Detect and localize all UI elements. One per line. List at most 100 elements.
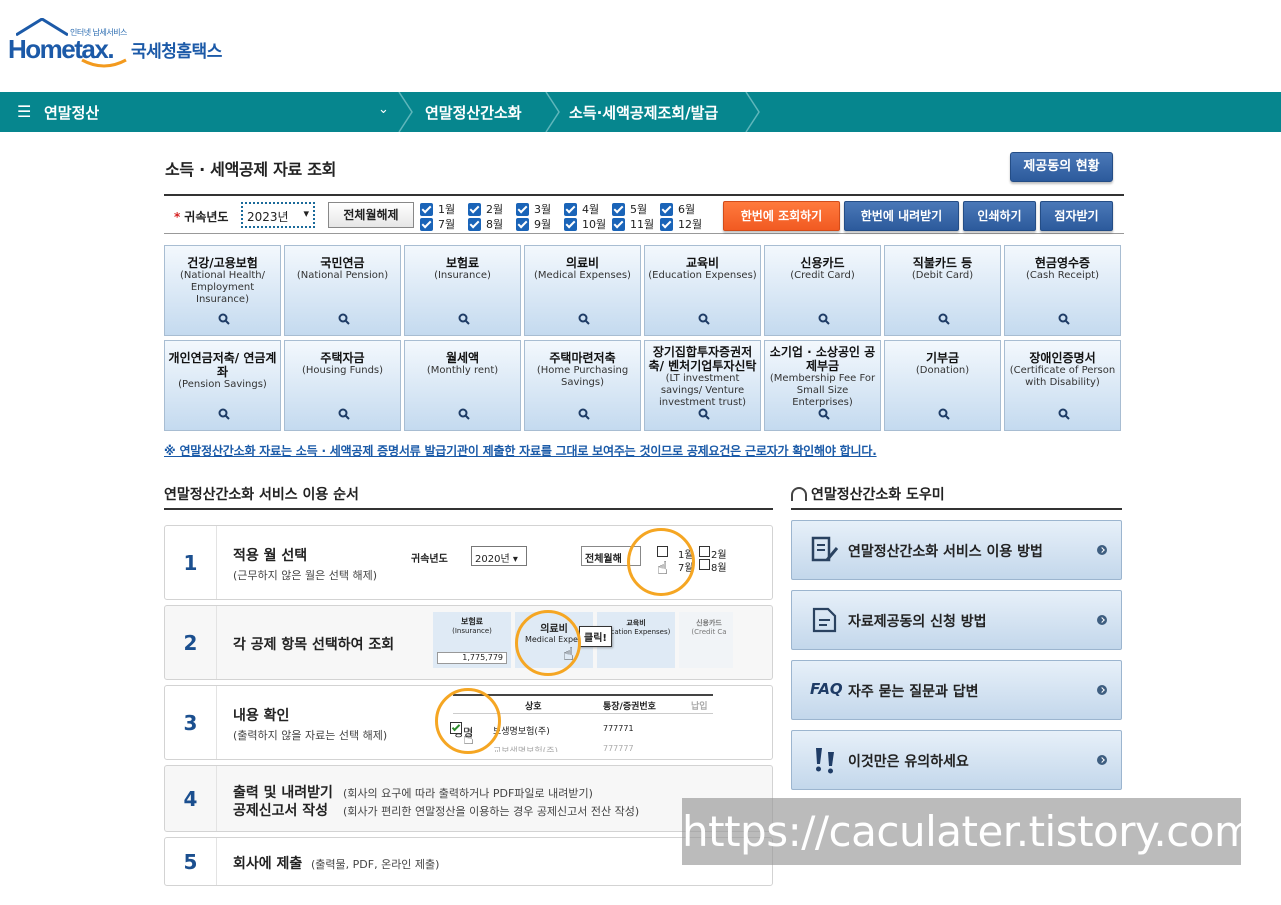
step-title: 적용 월 선택	[233, 548, 308, 564]
search-icon	[218, 408, 230, 420]
search-icon	[458, 408, 470, 420]
chevron-right-icon	[1097, 545, 1107, 555]
step-number: 4	[165, 766, 217, 831]
breadcrumb-separator-icon	[745, 92, 760, 132]
header: 인터넷 납세서비스 Hometax. 국세청홈택스	[0, 0, 1281, 92]
chevron-down-icon[interactable]: ⌄	[378, 102, 389, 117]
step-number: 2	[165, 606, 217, 679]
checkbox-month-4[interactable]	[564, 203, 577, 216]
highlight-ring	[515, 610, 581, 676]
hand-cursor-icon: ☝	[657, 558, 668, 579]
chevron-right-icon	[1097, 755, 1107, 765]
chevron-right-icon	[1097, 615, 1107, 625]
tile-insurance[interactable]: 보험료 (Insurance)	[404, 245, 521, 336]
tile-small-enterprise-fee[interactable]: 소기업 · 소상공인 공제부금 (Membership Fee For Small…	[764, 340, 881, 431]
checkbox-month-12[interactable]	[660, 218, 673, 231]
download-all-button[interactable]: 한번에 내려받기	[844, 201, 959, 231]
nav-menu-yearend[interactable]: 연말정산	[44, 102, 99, 123]
tile-credit-card[interactable]: 신용카드 (Credit Card)	[764, 245, 881, 336]
checkbox-icon	[699, 546, 710, 557]
help-usage-guide[interactable]: 연말정산간소화 서비스 이용 방법	[791, 520, 1122, 580]
steps-section-title: 연말정산간소화 서비스 이용 순서	[164, 484, 773, 510]
help-consent-guide[interactable]: 자료제공동의 신청 방법	[791, 590, 1122, 650]
tile-medical-expenses[interactable]: 의료비 (Medical Expenses)	[524, 245, 641, 336]
clear-all-months-button[interactable]: 전체월해제	[328, 202, 414, 228]
consent-status-button[interactable]: 제공동의 현황	[1010, 152, 1113, 182]
search-icon	[218, 313, 230, 325]
tile-pension-savings[interactable]: 개인연금저축/ 연금계좌 (Pension Savings)	[164, 340, 281, 431]
braille-button[interactable]: 점자받기	[1040, 201, 1113, 231]
illus-cell: 777771	[603, 724, 634, 733]
click-tooltip: 클릭!	[579, 626, 612, 647]
watermark: https://caculater.tistory.com	[682, 798, 1255, 865]
search-icon	[938, 408, 950, 420]
illus-cell: 777777	[603, 744, 634, 752]
query-all-button[interactable]: 한번에 조회하기	[723, 201, 840, 231]
illus-year-label: 귀속년도	[411, 554, 448, 565]
checkbox-month-1[interactable]	[420, 203, 433, 216]
checkbox-month-2[interactable]	[468, 203, 481, 216]
search-icon	[578, 408, 590, 420]
tile-education-expenses[interactable]: 교육비 (Education Expenses)	[644, 245, 761, 336]
step-description: (회사의 요구에 따라 출력하거나 PDF파일로 내려받기)	[343, 787, 593, 800]
logo-korean-name: 국세청홈택스	[131, 42, 222, 62]
help-caution[interactable]: 이것만은 유의하세요	[791, 730, 1122, 790]
tile-home-purchasing-savings[interactable]: 주택마련저축 (Home Purchasing Savings)	[524, 340, 641, 431]
search-icon	[338, 313, 350, 325]
step-title: 공제신고서 작성	[233, 803, 329, 819]
tile-cash-receipt[interactable]: 현금영수증 (Cash Receipt)	[1004, 245, 1121, 336]
tile-debit-card[interactable]: 직불카드 등 (Debit Card)	[884, 245, 1001, 336]
month-checkbox-group: 3월 9월	[516, 203, 564, 233]
month-checkbox-group: 5월 11월	[612, 203, 660, 233]
hamburger-menu-icon[interactable]: ☰	[17, 102, 31, 121]
step-number: 1	[165, 526, 217, 599]
search-icon	[1058, 408, 1070, 420]
help-faq[interactable]: FAQ 자주 묻는 질문과 답변	[791, 660, 1122, 720]
checkbox-month-11[interactable]	[612, 218, 625, 231]
document-icon	[812, 607, 837, 633]
chevron-right-icon	[1097, 685, 1107, 695]
checkbox-month-7[interactable]	[420, 218, 433, 231]
month-checkbox-group: 4월 10월	[564, 203, 612, 233]
headset-icon	[791, 487, 807, 501]
checkbox-month-9[interactable]	[516, 218, 529, 231]
year-select[interactable]: 2023년 ▾	[241, 202, 315, 228]
print-button[interactable]: 인쇄하기	[963, 201, 1036, 231]
breadcrumb-separator-icon	[545, 92, 560, 132]
step-title: 회사에 제출	[233, 856, 303, 872]
step-description: (출력물, PDF, 온라인 제출)	[311, 858, 440, 871]
step-description: (근무하지 않은 월은 선택 해제)	[233, 569, 378, 582]
checkbox-month-8[interactable]	[468, 218, 481, 231]
checkbox-month-5[interactable]	[612, 203, 625, 216]
search-icon	[938, 313, 950, 325]
hand-cursor-icon: ☝	[563, 644, 574, 665]
month-checkbox-group: 1월 7월	[420, 203, 468, 233]
search-icon	[578, 313, 590, 325]
tile-lt-investment-savings[interactable]: 장기집합투자증권저축/ 벤처기업투자신탁 (LT investment savin…	[644, 340, 761, 431]
month-checkbox-group: 6월 12월	[660, 203, 708, 233]
step-title: 출력 및 내려받기	[233, 785, 333, 801]
tile-health-insurance[interactable]: 건강/고용보험 (National Health/ Employment Insu…	[164, 245, 281, 336]
step-2-illustration: 보험료 (Insurance) 1,775,779 의료비 Medical Expen…	[433, 612, 733, 674]
tile-housing-funds[interactable]: 주택자금 (Housing Funds)	[284, 340, 401, 431]
checkbox-month-3[interactable]	[516, 203, 529, 216]
breadcrumb-simplified[interactable]: 연말정산간소화	[425, 102, 522, 123]
tile-monthly-rent[interactable]: 월세액 (Monthly rent)	[404, 340, 521, 431]
step-2: 2 각 공제 항목 선택하여 조회 보험료 (Insurance) 1,775,77…	[164, 605, 773, 680]
tile-disability-certificate[interactable]: 장애인증명서 (Certificate of Person with Disabi…	[1004, 340, 1121, 431]
tile-donation[interactable]: 기부금 (Donation)	[884, 340, 1001, 431]
breadcrumb-deduction-query[interactable]: 소득·세액공제조회/발급	[569, 102, 718, 123]
search-icon	[338, 408, 350, 420]
step-title: 각 공제 항목 선택하여 조회	[233, 637, 395, 653]
checkbox-month-6[interactable]	[660, 203, 673, 216]
search-icon	[818, 313, 830, 325]
notice-link[interactable]: ※ 연말정산간소화 자료는 소득 · 세액공제 증명서류 발급기관이 제출한 자…	[164, 442, 877, 459]
logo-swoosh-icon	[81, 58, 127, 68]
step-title: 내용 확인	[233, 708, 290, 724]
page-title: 소득 · 세액공제 자료 조회	[165, 160, 337, 179]
checkbox-month-10[interactable]	[564, 218, 577, 231]
exclamation-icon	[816, 748, 834, 774]
hometax-logo[interactable]: 인터넷 납세서비스 Hometax. 국세청홈택스	[8, 18, 248, 70]
tile-national-pension[interactable]: 국민연금 (National Pension)	[284, 245, 401, 336]
faq-icon: FAQ	[810, 680, 843, 698]
